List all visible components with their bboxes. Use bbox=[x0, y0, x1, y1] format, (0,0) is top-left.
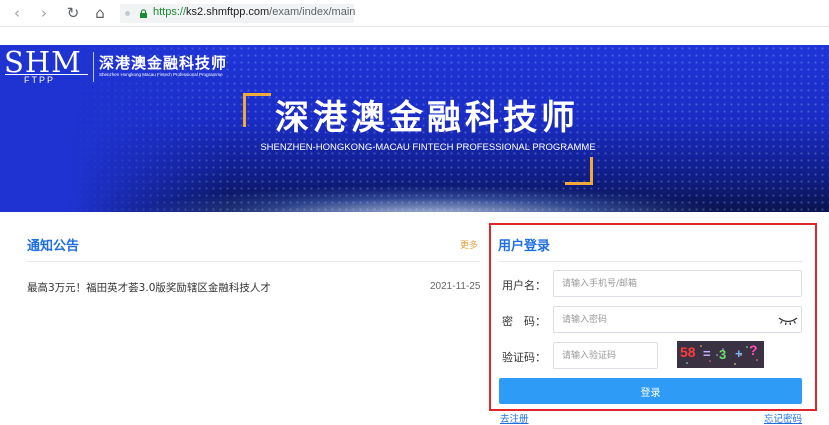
url-path: /exam/index/main bbox=[269, 6, 356, 18]
reload-icon[interactable]: ↻ bbox=[64, 4, 82, 22]
notice-date: 2021-11-25 bbox=[430, 281, 481, 292]
banner-title: 深港澳金融科技师 bbox=[275, 98, 579, 138]
url-text[interactable]: https://ks2.shmftpp.com/exam/index/main bbox=[153, 6, 355, 18]
url-protocol: https:// bbox=[153, 6, 187, 18]
password-label: 密 码： bbox=[502, 315, 546, 328]
logo-english-name: Shenzhen Hongkong Macau Fintech Professi… bbox=[99, 72, 223, 77]
captcha-char: 58 bbox=[680, 344, 696, 360]
login-title: 用户登录 bbox=[498, 239, 551, 254]
captcha-char: + bbox=[735, 346, 743, 361]
lock-icon bbox=[140, 9, 147, 18]
captcha-image[interactable]: 58 = 3 + ? bbox=[677, 341, 764, 368]
forward-icon[interactable]: › bbox=[35, 4, 53, 22]
captcha-char: = bbox=[703, 346, 711, 361]
home-icon[interactable]: ⌂ bbox=[91, 4, 109, 22]
username-input[interactable] bbox=[553, 270, 802, 297]
eye-closed-icon[interactable] bbox=[777, 313, 799, 327]
captcha-label: 验证码： bbox=[502, 351, 546, 364]
captcha-input[interactable] bbox=[553, 342, 658, 369]
notice-item[interactable]: 最高3万元！福田英才荟3.0版奖励辖区金融科技人才 bbox=[27, 280, 271, 295]
url-host: ks2.shmftpp.com bbox=[186, 6, 270, 18]
login-button[interactable]: 登录 bbox=[499, 378, 802, 404]
notice-divider bbox=[27, 261, 480, 262]
notice-more-link[interactable]: 更多 bbox=[460, 238, 478, 251]
captcha-char: 3 bbox=[719, 347, 727, 362]
back-icon[interactable]: ‹ bbox=[8, 4, 26, 22]
site-info-icon[interactable] bbox=[125, 11, 130, 16]
logo-ftpp: FTPP bbox=[21, 75, 59, 85]
login-divider bbox=[499, 261, 803, 262]
password-input[interactable] bbox=[553, 306, 802, 333]
logo-chinese-name: 深港澳金融科技师 bbox=[99, 54, 228, 72]
hero-banner: SHM FTPP 深港澳金融科技师 Shenzhen Hongkong Maca… bbox=[0, 45, 829, 212]
banner-subtitle: SHENZHEN-HONGKONG-MACAU FINTECH PROFESSI… bbox=[260, 142, 596, 153]
bracket-bottom-right bbox=[565, 157, 593, 185]
notice-title: 通知公告 bbox=[27, 239, 80, 254]
username-label: 用户名： bbox=[502, 279, 546, 292]
logo-divider bbox=[93, 52, 94, 82]
address-bar[interactable]: https://ks2.shmftpp.com/exam/index/main bbox=[120, 4, 355, 23]
logo-shm: SHM bbox=[4, 45, 82, 79]
captcha-char: ? bbox=[749, 342, 758, 358]
browser-toolbar: ‹ › ↻ ⌂ https://ks2.shmftpp.com/exam/ind… bbox=[0, 0, 829, 27]
